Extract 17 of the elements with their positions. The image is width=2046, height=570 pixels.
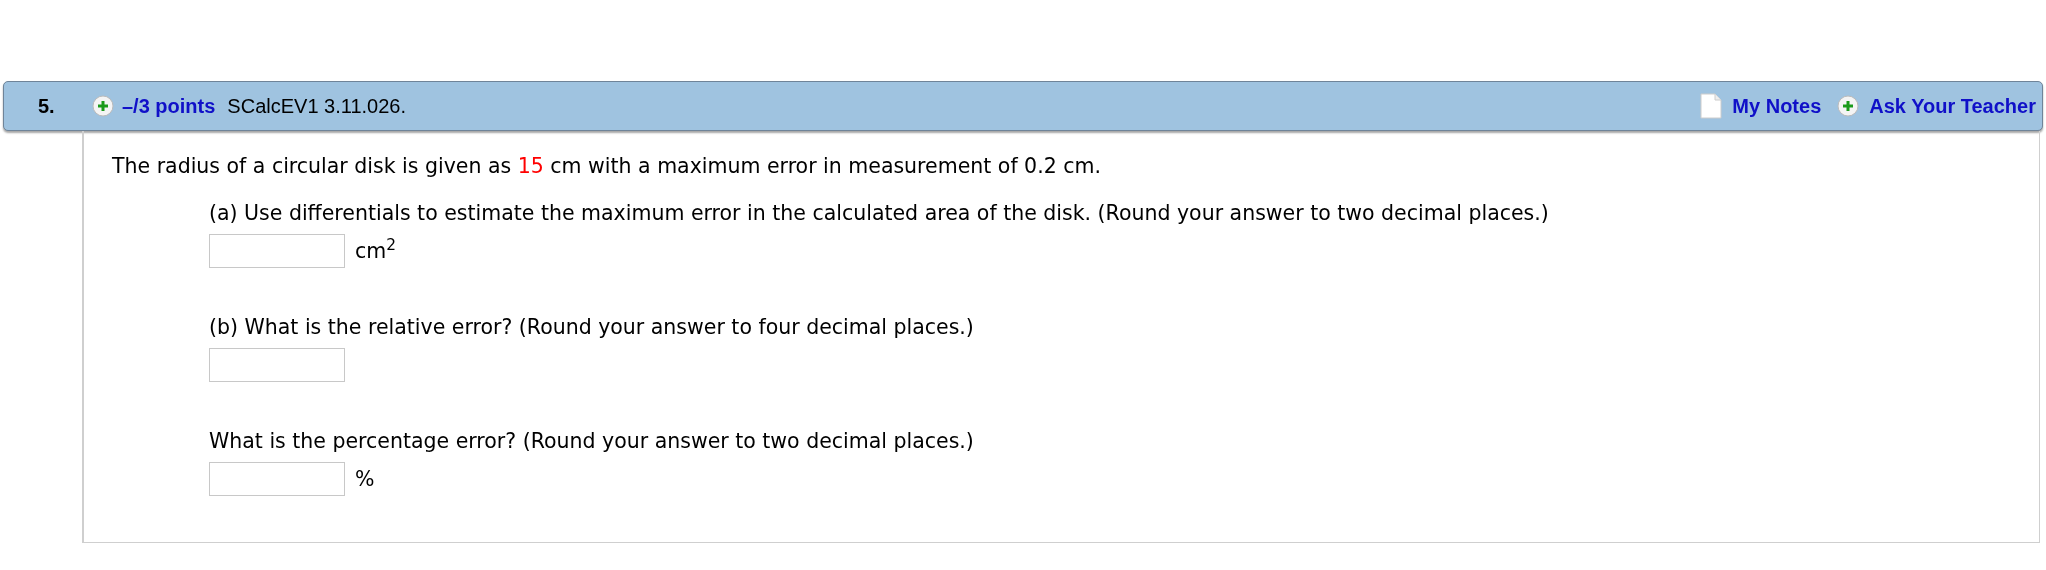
question-prompt: (b) What is the relative error? (Round your answer to four decimal places.) <box>209 314 975 341</box>
my-notes-link[interactable]: My Notes <box>1700 91 1822 121</box>
answer-field[interactable] <box>209 234 345 268</box>
unit-label: cm$^{2}$ <box>355 235 397 265</box>
answer-field[interactable] <box>209 348 345 382</box>
source-label: SCalcEV1 3.11.026. <box>227 94 406 119</box>
unit-label: % <box>355 465 375 493</box>
question-prompt: What is the percentage error? (Round your answer to two decimal places.) <box>209 428 975 455</box>
plus-icon <box>1837 95 1860 117</box>
question-prompt: (a) Use differentials to estimate the maximum error in the calculated area of the disk. (Round your answer to two decimal places.) <box>209 200 1550 227</box>
answer-field[interactable] <box>209 462 345 496</box>
ask-teacher-link[interactable]: Ask Your Teacher <box>1837 91 2036 121</box>
points-label: –/3 points <box>122 94 216 119</box>
question-number: 5. <box>37 94 56 119</box>
note-icon <box>1700 93 1723 119</box>
problem-statement: The radius of a circular disk is given as 15 cm with a maximum error in measurement of 0.2 cm. <box>112 153 1102 180</box>
plus-icon[interactable] <box>92 95 114 117</box>
